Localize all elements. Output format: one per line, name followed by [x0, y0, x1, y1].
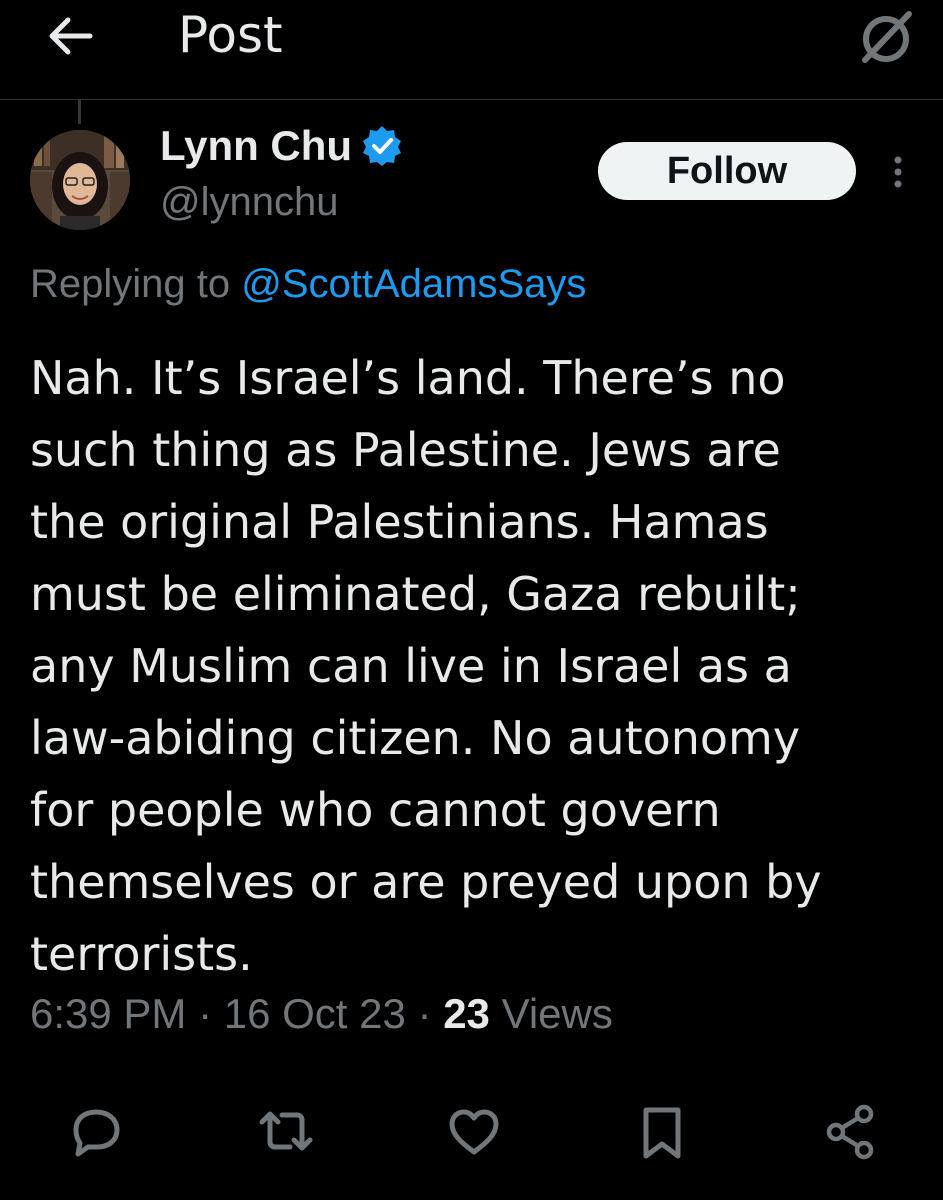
action-bar	[0, 1100, 943, 1170]
views-count: 23	[443, 990, 490, 1037]
arrow-left-icon	[49, 17, 93, 55]
follow-button[interactable]: Follow	[598, 142, 856, 200]
meta-separator: ·	[186, 990, 224, 1037]
tweet-meta: 6:39 PM · 16 Oct 23 · 23 Views	[30, 990, 613, 1038]
reply-mention-link[interactable]: @ScottAdamsSays	[241, 262, 586, 306]
author-display-name[interactable]: Lynn Chu	[160, 122, 352, 170]
tweet-text: Nah. It’s Israel’s land. There’s no such…	[30, 351, 822, 981]
reply-context: Replying to @ScottAdamsSays	[30, 262, 586, 307]
grok-button[interactable]	[855, 6, 917, 68]
avatar[interactable]	[30, 130, 130, 230]
reply-context-prefix: Replying to	[30, 262, 242, 306]
share-icon	[826, 1104, 874, 1160]
grok-icon	[862, 11, 912, 63]
tweet-date[interactable]: 16 Oct 23	[224, 990, 406, 1037]
bookmark-button[interactable]	[632, 1100, 692, 1164]
author-handle[interactable]: @lynnchu	[160, 180, 338, 225]
author-name-row[interactable]: Lynn Chu	[160, 122, 404, 170]
top-bar: Post	[0, 0, 943, 100]
verified-badge-icon	[363, 126, 402, 166]
page-title: Post	[178, 6, 283, 64]
back-button[interactable]	[44, 12, 96, 60]
more-options-button[interactable]	[880, 150, 916, 194]
tweet-time[interactable]: 6:39 PM	[30, 990, 186, 1037]
reply-button[interactable]	[66, 1100, 126, 1164]
repost-button[interactable]	[256, 1100, 316, 1164]
comment-icon	[73, 1109, 120, 1157]
views-label: Views	[501, 990, 613, 1037]
thread-connector	[78, 100, 81, 124]
repost-icon	[259, 1111, 313, 1151]
heart-icon	[449, 1109, 499, 1155]
share-button[interactable]	[820, 1100, 880, 1164]
meta-separator: ·	[405, 990, 444, 1037]
more-vertical-icon	[894, 156, 902, 188]
like-button[interactable]	[444, 1100, 504, 1164]
bookmark-icon	[643, 1107, 681, 1159]
